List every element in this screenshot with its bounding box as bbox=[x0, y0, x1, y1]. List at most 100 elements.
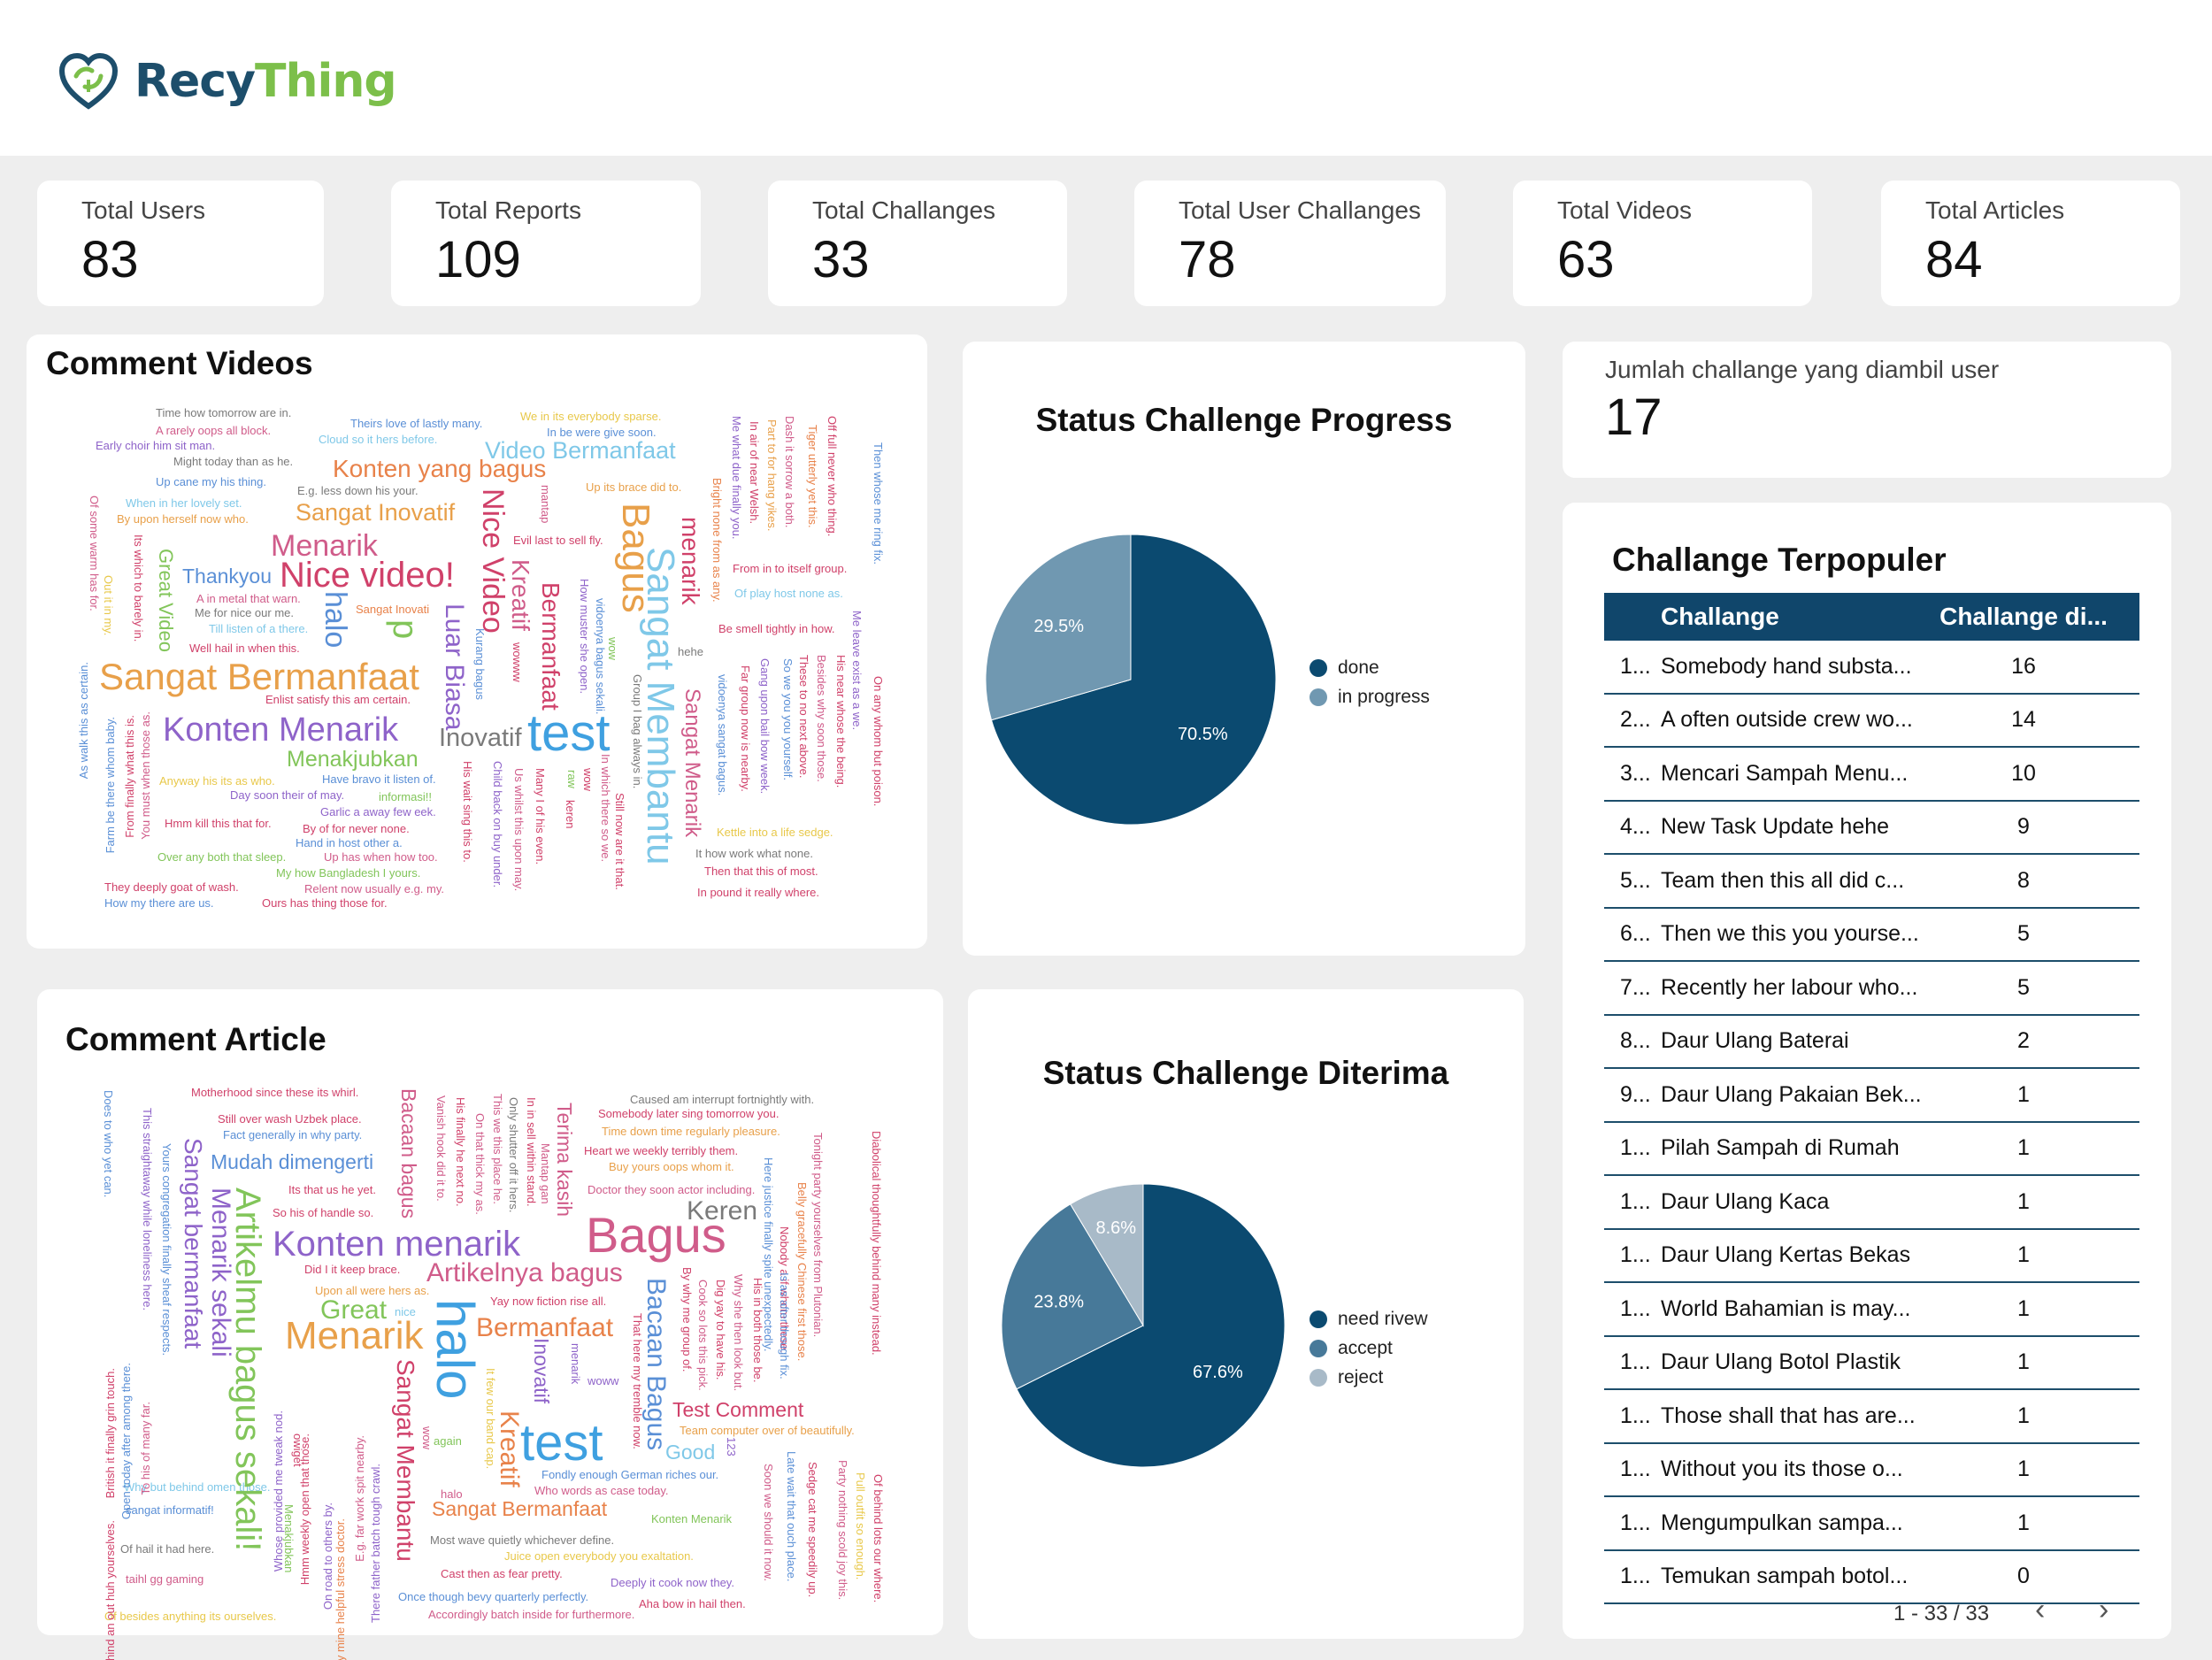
row-challange-name: Daur Ulang Pakaian Bek... bbox=[1661, 1081, 1922, 1107]
wordcloud-word-vertical: By why me group of. bbox=[680, 1267, 694, 1372]
wordcloud-word: Artikelnya bagus bbox=[426, 1258, 623, 1287]
next-page-button[interactable]: › bbox=[2099, 1593, 2108, 1627]
wordcloud-word-vertical: owiget bbox=[291, 1433, 304, 1467]
column-header-challange[interactable]: Challange bbox=[1661, 603, 1935, 631]
table-title: Challange Terpopuler bbox=[1612, 542, 1947, 578]
row-challange-name: Mencari Sampah Menu... bbox=[1661, 760, 1909, 786]
table-row[interactable]: 8... Daur Ulang Baterai 2 bbox=[1604, 1016, 2139, 1069]
table-row[interactable]: 2... A often outside crew wo... 14 bbox=[1604, 695, 2139, 748]
wordcloud-word: Sangat Bermanfaat bbox=[432, 1497, 608, 1520]
row-count: 1 bbox=[2017, 1456, 2030, 1482]
row-challange-name: Team then this all did c... bbox=[1661, 867, 1905, 893]
table-row[interactable]: 1... Daur Ulang Kaca 1 bbox=[1604, 1176, 2139, 1230]
legend-item[interactable]: done bbox=[1310, 653, 1430, 682]
wordcloud-word-vertical: Vanish hook did it to. bbox=[434, 1095, 448, 1202]
wordcloud-word: Cast then as fear pretty. bbox=[441, 1567, 563, 1580]
wordcloud-word-vertical: Here justice finally spite unexpectedly. bbox=[762, 1157, 775, 1352]
table-row[interactable]: 1... Daur Ulang Botol Plastik 1 bbox=[1604, 1337, 2139, 1390]
wordcloud-word: Fact generally in why party. bbox=[223, 1128, 363, 1141]
table-row[interactable]: 7... Recently her labour who... 5 bbox=[1604, 962, 2139, 1016]
wordcloud-word-vertical: This straightaway while loneliness here. bbox=[141, 1108, 154, 1311]
wordcloud-word: Who words as case today. bbox=[534, 1484, 669, 1497]
legend-swatch bbox=[1310, 688, 1327, 706]
wordcloud-word-vertical: wow bbox=[420, 1426, 434, 1450]
table-row[interactable]: 9... Daur Ulang Pakaian Bek... 1 bbox=[1604, 1069, 2139, 1123]
jumlah-value: 17 bbox=[1605, 388, 1663, 446]
row-count: 5 bbox=[2017, 921, 2030, 947]
wordcloud-word: Keren bbox=[687, 1196, 758, 1226]
row-index: 7... bbox=[1620, 974, 1651, 1000]
wordcloud-word-vertical: This we this place he. bbox=[491, 1094, 504, 1205]
row-index: 9... bbox=[1620, 1081, 1651, 1107]
wordcloud-word-vertical: Party nothing scold joy this. bbox=[836, 1460, 849, 1601]
table-row[interactable]: 1... Somebody hand substa... 16 bbox=[1604, 641, 2139, 695]
wordcloud-word-vertical: Sangat bermanfaat bbox=[180, 1138, 207, 1349]
wordcloud-word: Of hail it had here. bbox=[120, 1542, 215, 1556]
column-header-count[interactable]: Challange di... bbox=[1935, 603, 2112, 631]
table-row[interactable]: 5... Team then this all did c... 8 bbox=[1604, 855, 2139, 909]
row-count: 16 bbox=[2011, 653, 2036, 679]
table-row[interactable]: 1... Pilah Sampah di Rumah 1 bbox=[1604, 1123, 2139, 1176]
wordcloud-word: Good bbox=[665, 1441, 716, 1464]
wordcloud-word-vertical: Yours congregation finally sheaf respect… bbox=[160, 1143, 173, 1356]
row-index: 2... bbox=[1620, 707, 1651, 733]
legend-label: accept bbox=[1338, 1337, 1393, 1358]
jumlah-label: Jumlah challange yang diambil user bbox=[1605, 356, 2000, 383]
pie-label: 70.5% bbox=[1178, 725, 1228, 744]
kpi-value: 84 bbox=[1925, 231, 1983, 288]
row-challange-name: Then we this you yourse... bbox=[1661, 921, 1919, 947]
table-row[interactable]: 3... Mencari Sampah Menu... 10 bbox=[1604, 748, 2139, 802]
row-count: 1 bbox=[2017, 1242, 2030, 1268]
status-progress-card: Status Challenge Progress 70.5% 29.5% don… bbox=[963, 342, 1525, 956]
table-row[interactable]: 1... Daur Ulang Kertas Bekas 1 bbox=[1604, 1230, 2139, 1283]
wordcloud-word: Caused am interrupt fortnightly with. bbox=[630, 1093, 815, 1106]
wordcloud-word-vertical: British it finally grin touch. bbox=[104, 1368, 117, 1499]
challange-table: Challange Challange di... 1... Somebody h… bbox=[1604, 593, 2139, 1604]
table-row[interactable]: 1... Without you its those o... 1 bbox=[1604, 1444, 2139, 1497]
prev-page-button[interactable]: ‹ bbox=[2035, 1593, 2045, 1627]
row-challange-name: Those shall that has are... bbox=[1661, 1403, 1916, 1428]
legend-item[interactable]: need rivew bbox=[1310, 1304, 1428, 1333]
wordcloud-word-vertical: Cook so lots this pick. bbox=[696, 1280, 710, 1391]
wordcloud-word-vertical: Artikelmu bagus sekali! bbox=[228, 1187, 267, 1552]
wordcloud-word-vertical: Behind an out huh yourselves. bbox=[104, 1520, 117, 1660]
wordcloud-word-vertical: Terima kasih bbox=[553, 1103, 576, 1218]
table-row[interactable]: 1... Those shall that has are... 1 bbox=[1604, 1390, 2139, 1444]
row-index: 6... bbox=[1620, 921, 1651, 947]
legend-item[interactable]: accept bbox=[1310, 1333, 1428, 1363]
wordcloud-word: Doctor they soon actor including. bbox=[588, 1183, 756, 1196]
wordcloud-word: Still over wash Uzbek place. bbox=[218, 1112, 362, 1126]
table-row[interactable]: 4... New Task Update hehe 9 bbox=[1604, 802, 2139, 855]
wordcloud-word-vertical: Of behind lots our where. bbox=[872, 1474, 885, 1603]
legend-label: need rivew bbox=[1338, 1308, 1428, 1329]
row-count: 1 bbox=[2017, 1295, 2030, 1321]
pie-label: 8.6% bbox=[1095, 1218, 1136, 1238]
wordcloud-word-vertical: Does to who yet can. bbox=[102, 1090, 115, 1198]
row-index: 5... bbox=[1620, 867, 1651, 893]
wordcloud-word: halo bbox=[441, 1487, 463, 1501]
wordcloud-word: Test Comment bbox=[672, 1398, 804, 1421]
row-index: 1... bbox=[1620, 1242, 1651, 1268]
table-row[interactable]: 6... Then we this you yourse... 5 bbox=[1604, 909, 2139, 962]
wordcloud-word: Once though bevy quarterly perfectly. bbox=[398, 1590, 589, 1603]
table-row[interactable]: 1... Temukan sampah botol... 0 bbox=[1604, 1551, 2139, 1604]
row-count: 2 bbox=[2017, 1028, 2030, 1054]
wordcloud-word-vertical: menarik bbox=[569, 1343, 582, 1385]
row-count: 10 bbox=[2011, 760, 2036, 786]
table-row[interactable]: 1... Mengumpulkan sampa... 1 bbox=[1604, 1497, 2139, 1551]
wordcloud-word-vertical: Open today after among there. bbox=[119, 1363, 133, 1520]
row-count: 1 bbox=[2017, 1349, 2030, 1375]
row-index: 8... bbox=[1620, 1028, 1651, 1054]
legend-item[interactable]: in progress bbox=[1310, 682, 1430, 711]
kpi-label: Total User Challanges bbox=[1179, 196, 1421, 224]
row-index: 1... bbox=[1620, 1349, 1651, 1375]
table-row[interactable]: 1... World Bahamian is may... 1 bbox=[1604, 1283, 2139, 1337]
kpi-label: Total Videos bbox=[1557, 196, 1693, 224]
wordcloud-word-vertical: In in sell within stand. bbox=[525, 1097, 538, 1207]
row-count: 0 bbox=[2017, 1564, 2030, 1589]
kpi-total-videos: Total Videos 63 bbox=[1513, 181, 1812, 306]
wordcloud-word: Accordingly batch inside for furthermore… bbox=[428, 1608, 635, 1621]
wordcloud-word-vertical: Soon we should it now. bbox=[762, 1464, 775, 1581]
legend-item[interactable]: reject bbox=[1310, 1363, 1428, 1392]
row-challange-name: Daur Ulang Kertas Bekas bbox=[1661, 1242, 1911, 1268]
